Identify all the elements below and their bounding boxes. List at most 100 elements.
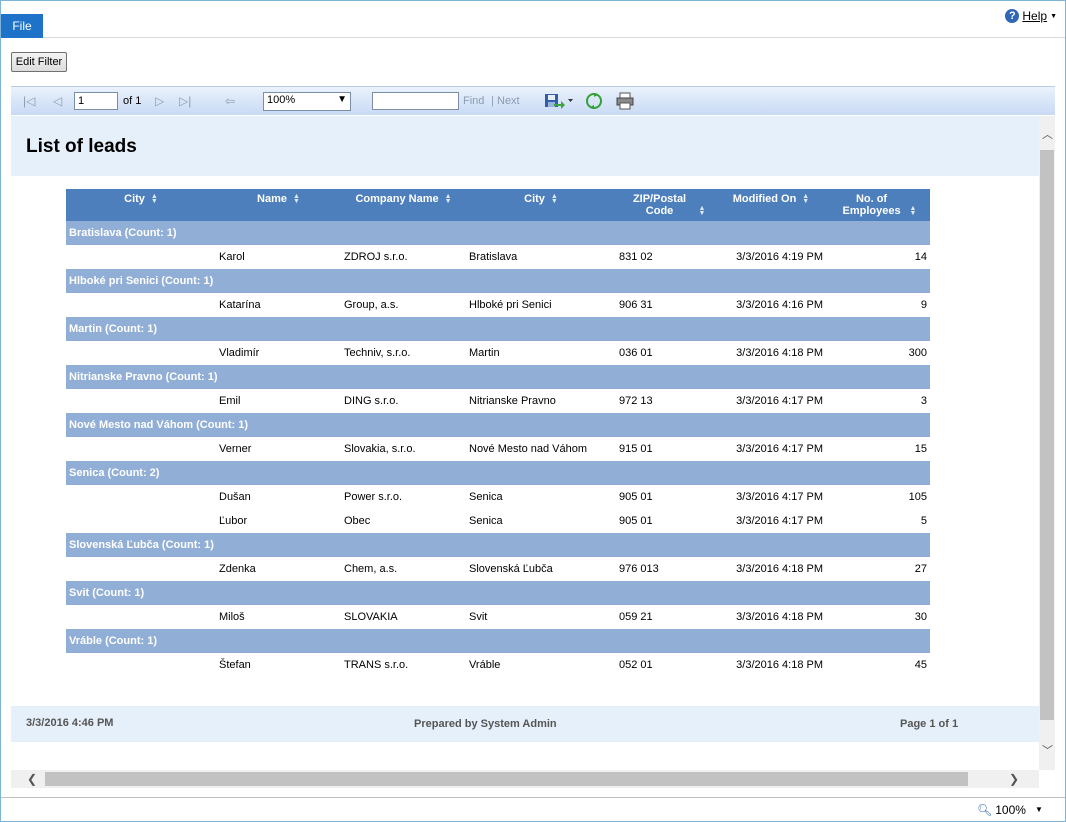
footer-date: 3/3/2016 4:46 PM <box>26 717 114 729</box>
report-viewer: List of leads City ▲ ▼ Name ▲ ▼ Company Name… <box>11 116 1039 770</box>
column-header-company[interactable]: Company Name ▲ ▼ <box>341 189 466 221</box>
scroll-down-icon[interactable]: ﹀ <box>1042 742 1053 758</box>
previous-page-icon[interactable]: ◁ <box>53 94 62 108</box>
group-label: Senica (Count: 2) <box>66 461 930 485</box>
cell-spacer <box>66 509 216 533</box>
find-separator: | <box>491 95 494 107</box>
status-bar: 🔍︎ 100% ▼ <box>1 797 1065 821</box>
refresh-icon[interactable] <box>585 92 603 113</box>
cell-city: Nové Mesto nad Váhom <box>469 443 588 455</box>
cell-employees: 105 <box>908 491 927 503</box>
cell-company: SLOVAKIA <box>344 611 398 623</box>
first-page-icon[interactable]: |◁ <box>23 94 35 108</box>
zoom-value: 100% <box>267 94 296 106</box>
table-row[interactable]: Dušan Power s.r.o. Senica 905 01 3/3/2016 4:… <box>66 485 930 509</box>
table-row[interactable]: Karol ZDROJ s.r.o. Bratislava 831 02 3/3/201… <box>66 245 930 269</box>
cell-zip: 059 21 <box>619 611 653 623</box>
cell-modified: 3/3/2016 4:18 PM <box>736 347 823 359</box>
cell-company: Chem, a.s. <box>344 563 398 575</box>
chevron-down-icon: ▼ <box>1050 12 1057 20</box>
report-toolbar: |◁ ◁ of 1 ▷ ▷| ⇦ 100% ▼ Find | Next <box>11 86 1055 115</box>
cell-employees: 27 <box>914 563 927 575</box>
scroll-up-icon[interactable]: ︿ <box>1042 126 1053 142</box>
cell-city: Slovenská Ľubča <box>469 563 553 575</box>
table-row[interactable]: Verner Slovakia, s.r.o. Nové Mesto nad Váh… <box>66 437 930 461</box>
column-header-city[interactable]: City ▲ ▼ <box>466 189 616 221</box>
scroll-left-icon[interactable]: ❮ <box>27 772 37 786</box>
cell-city: Senica <box>469 515 503 527</box>
cell-employees: 3 <box>920 395 927 407</box>
group-row: Svit (Count: 1) <box>66 581 930 605</box>
group-label: Hlboké pri Senici (Count: 1) <box>66 269 930 293</box>
cell-company: Techniv, s.r.o. <box>344 347 411 359</box>
table-row[interactable]: Ľubor Obec Senica 905 01 3/3/2016 4:17 PM 5 <box>66 509 930 533</box>
column-header-name[interactable]: Name ▲ ▼ <box>216 189 341 221</box>
footer-page-number: Page 1 of 1 <box>900 718 959 730</box>
chevron-down-icon[interactable]: ▼ <box>1035 805 1043 814</box>
cell-zip: 906 31 <box>619 299 653 311</box>
cell-spacer <box>66 605 216 629</box>
column-label: City <box>524 193 545 205</box>
cell-name: Katarína <box>219 299 261 311</box>
report-footer: 3/3/2016 4:46 PM Prepared by System Admi… <box>11 706 1039 742</box>
report-header: List of leads <box>11 116 1039 176</box>
next-page-icon[interactable]: ▷ <box>155 94 164 108</box>
status-zoom[interactable]: 🔍︎ 100% <box>977 803 1026 817</box>
back-icon[interactable]: ⇦ <box>225 94 235 108</box>
group-label: Bratislava (Count: 1) <box>66 221 930 245</box>
column-header-zip[interactable]: ZIP/Postal Code ▲ ▼ <box>616 189 716 221</box>
table-row[interactable]: Emil DING s.r.o. Nitrianske Pravno 972 13 3/… <box>66 389 930 413</box>
table-row[interactable]: Katarína Group, a.s. Hlboké pri Senici 906 … <box>66 293 930 317</box>
column-header-employees[interactable]: No. of Employees ▲ ▼ <box>826 189 930 221</box>
print-icon[interactable] <box>615 92 635 113</box>
sort-icon: ▲ ▼ <box>293 193 300 206</box>
cell-spacer <box>66 293 216 317</box>
zoom-select[interactable]: 100% ▼ <box>263 92 351 111</box>
horizontal-scrollbar[interactable]: ❮ ❯ <box>11 770 1039 788</box>
leads-table: City ▲ ▼ Name ▲ ▼ Company Name ▲ ▼ City ▲ ▼ ZIP/… <box>66 189 930 677</box>
table-row[interactable]: Zdenka Chem, a.s. Slovenská Ľubča 976 013 3/… <box>66 557 930 581</box>
scroll-right-icon[interactable]: ❯ <box>1009 772 1019 786</box>
group-row: Vráble (Count: 1) <box>66 629 930 653</box>
cell-spacer <box>66 341 216 365</box>
find-next-link[interactable]: Next <box>497 95 520 107</box>
column-header-group-city[interactable]: City ▲ ▼ <box>66 189 216 221</box>
help-icon: ? <box>1005 9 1020 23</box>
column-label: Modified On <box>732 193 797 205</box>
cell-name: Štefan <box>219 659 251 671</box>
file-menu-tab[interactable]: File <box>1 14 43 38</box>
column-label: ZIP/Postal Code <box>632 193 687 217</box>
table-row[interactable]: Vladimír Techniv, s.r.o. Martin 036 01 3/3/2… <box>66 341 930 365</box>
cell-name: Zdenka <box>219 563 256 575</box>
cell-zip: 972 13 <box>619 395 653 407</box>
cell-zip: 036 01 <box>619 347 653 359</box>
column-header-modified[interactable]: Modified On ▲ ▼ <box>716 189 826 221</box>
column-label: City <box>124 193 145 205</box>
cell-name: Verner <box>219 443 252 455</box>
table-body: Bratislava (Count: 1) Karol ZDROJ s.r.o. Br… <box>66 221 930 677</box>
footer-prepared-by: Prepared by System Admin <box>414 718 557 730</box>
page-number-input[interactable] <box>74 92 118 110</box>
edit-filter-button[interactable]: Edit Filter <box>11 52 67 72</box>
group-row: Bratislava (Count: 1) <box>66 221 930 245</box>
horizontal-scroll-thumb[interactable] <box>45 772 968 786</box>
table-header-row: City ▲ ▼ Name ▲ ▼ Company Name ▲ ▼ City ▲ ▼ ZIP/… <box>66 189 930 221</box>
help-menu[interactable]: ? Help ▼ <box>1005 9 1057 23</box>
vertical-scroll-thumb[interactable] <box>1040 150 1054 720</box>
cell-company: Group, a.s. <box>344 299 399 311</box>
table-row[interactable]: Štefan TRANS s.r.o. Vráble 052 01 3/3/2016 4… <box>66 653 930 677</box>
sort-icon: ▲ ▼ <box>909 205 917 218</box>
cell-zip: 052 01 <box>619 659 653 671</box>
cell-employees: 9 <box>920 299 927 311</box>
find-link[interactable]: Find <box>463 95 484 107</box>
last-page-icon[interactable]: ▷| <box>179 94 191 108</box>
vertical-scrollbar[interactable]: ︿ ﹀ <box>1039 116 1055 770</box>
group-row: Nitrianske Pravno (Count: 1) <box>66 365 930 389</box>
cell-city: Martin <box>469 347 500 359</box>
ribbon-bar: File ? Help ▼ <box>1 1 1065 38</box>
find-input[interactable] <box>372 92 459 110</box>
table-row[interactable]: Miloš SLOVAKIA Svit 059 21 3/3/2016 4:18 PM 3… <box>66 605 930 629</box>
export-icon[interactable] <box>544 92 574 113</box>
cell-city: Senica <box>469 491 503 503</box>
cell-name: Karol <box>219 251 245 263</box>
